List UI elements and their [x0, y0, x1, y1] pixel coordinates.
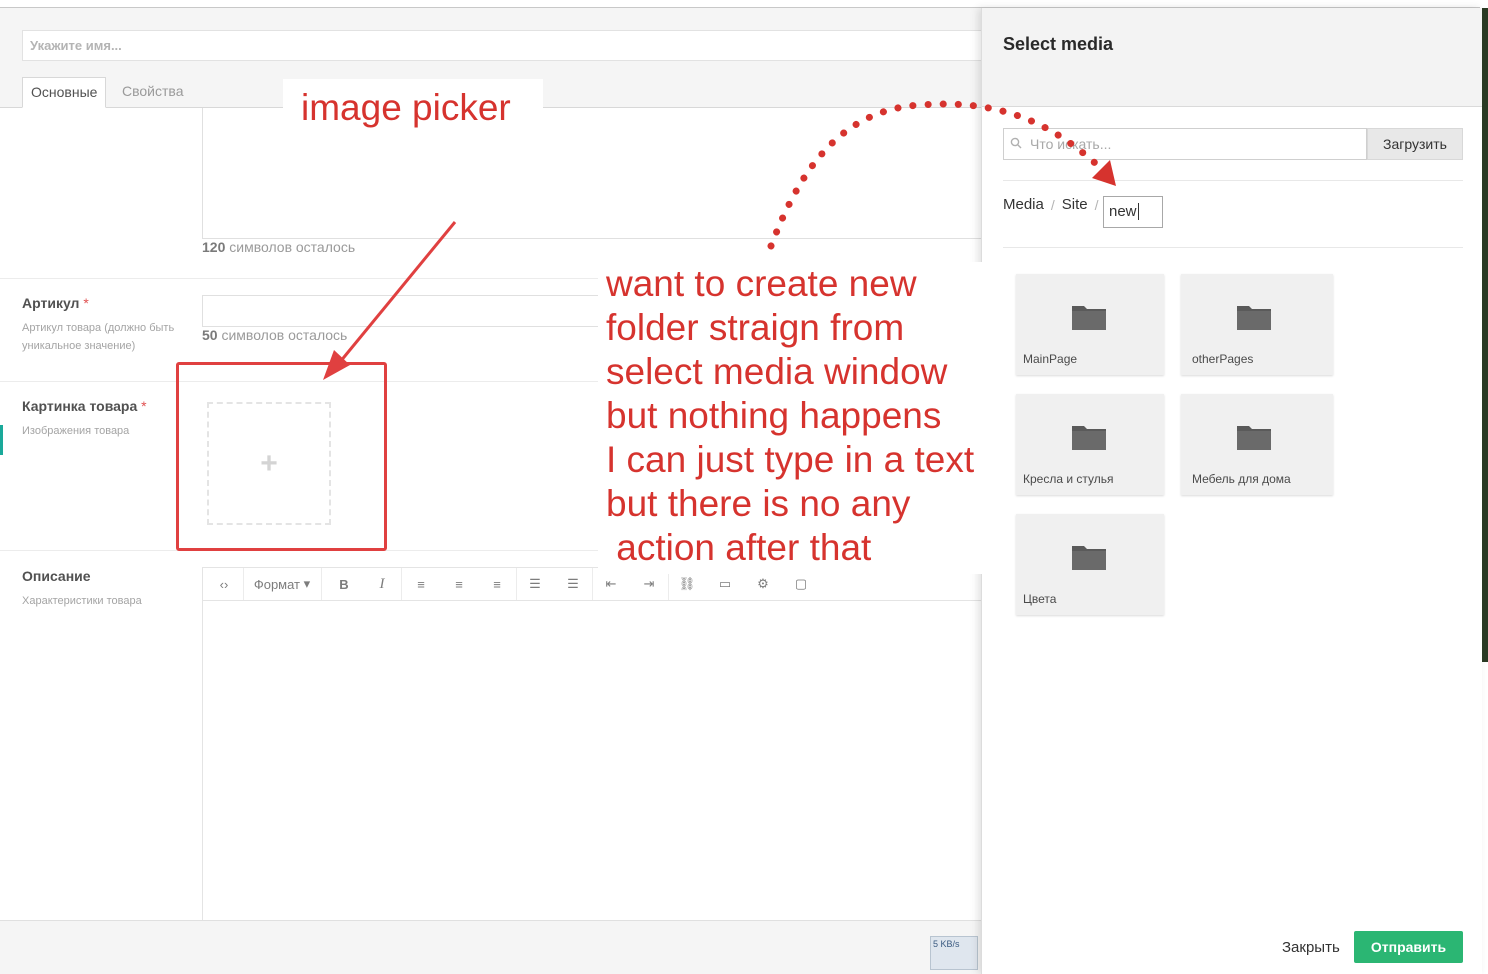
breadcrumb-site[interactable]: Site — [1062, 196, 1088, 213]
media-title: Select media — [1003, 34, 1114, 54]
source-icon[interactable]: ‹› — [205, 568, 243, 600]
image-label: Картинка товара * — [22, 398, 147, 414]
media-search-input[interactable]: Что искать... — [1003, 128, 1367, 160]
network-speed-widget: 5 KB/s — [930, 936, 978, 970]
annotation-note: want to create new folder straign from s… — [606, 263, 975, 568]
text-caret — [1137, 203, 1139, 220]
folder-tile[interactable]: Цвета — [1016, 514, 1164, 615]
close-button[interactable]: Закрыть — [1282, 939, 1340, 956]
network-speed-label: 5 KB/s — [933, 939, 960, 949]
align-left-icon[interactable]: ≡ — [402, 568, 440, 600]
folder-icon — [1237, 306, 1271, 330]
submit-button[interactable]: Отправить — [1354, 931, 1463, 963]
new-folder-input[interactable]: new — [1103, 196, 1163, 228]
folder-icon — [1237, 426, 1271, 450]
folder-tile[interactable]: Кресла и стулья — [1016, 394, 1164, 495]
meta-counter: 120 символов осталось — [202, 239, 356, 255]
search-placeholder: Что искать... — [1030, 136, 1112, 152]
italic-icon[interactable]: I — [363, 568, 401, 600]
format-dropdown[interactable]: Формат ▾ — [245, 568, 319, 600]
sku-description: Артикул товара (должно быть уникальное з… — [22, 322, 175, 352]
folder-name: Мебель для дома — [1192, 472, 1291, 486]
toolbar-separator — [243, 568, 244, 600]
tab-properties[interactable]: Свойства — [114, 77, 191, 108]
new-folder-value: new — [1109, 203, 1137, 220]
panel-divider — [1003, 180, 1463, 181]
breadcrumb-separator: / — [1050, 196, 1055, 213]
breadcrumb-media[interactable]: Media — [1003, 196, 1044, 213]
side-marker — [0, 425, 3, 455]
highlight-box — [176, 362, 387, 551]
folder-name: MainPage — [1023, 352, 1078, 366]
bold-icon[interactable]: B — [325, 568, 363, 600]
editor-footer — [0, 920, 982, 974]
folder-icon — [1072, 306, 1106, 330]
folder-tile[interactable]: MainPage — [1016, 274, 1164, 375]
upload-button[interactable]: Загрузить — [1367, 128, 1463, 160]
search-icon — [1010, 137, 1022, 149]
annotation-image-picker: image picker — [301, 87, 511, 128]
align-center-icon[interactable]: ≡ — [440, 568, 478, 600]
background-window-strip — [1482, 8, 1488, 662]
select-media-panel: Select media Что искать... Загрузить Med… — [981, 8, 1482, 974]
folder-name: Цвета — [1023, 592, 1057, 606]
toolbar-separator — [321, 568, 322, 600]
tab-main[interactable]: Основные — [22, 77, 107, 108]
format-label: Формат — [253, 576, 301, 592]
breadcrumb-separator: / — [1094, 196, 1099, 213]
media-header: Select media — [982, 8, 1482, 107]
panel-divider — [1003, 247, 1463, 248]
folder-name: Кресла и стулья — [1023, 472, 1114, 486]
folder-icon — [1072, 426, 1106, 450]
rich-text-body[interactable] — [202, 601, 982, 921]
image-description: Изображения товара — [22, 425, 130, 437]
sku-counter: 50 символов осталось — [202, 327, 348, 343]
folder-tile[interactable]: otherPages — [1181, 274, 1333, 375]
sku-label: Артикул * — [22, 295, 89, 311]
name-input[interactable]: Укажите имя... — [22, 30, 982, 61]
breadcrumb: Media / Site / — [1003, 196, 1106, 213]
folder-tile[interactable]: Мебель для дома — [1181, 394, 1333, 495]
description-sub: Характеристики товара — [22, 595, 142, 607]
folder-name: otherPages — [1192, 352, 1254, 366]
description-label: Описание — [22, 568, 91, 584]
folder-icon — [1072, 546, 1106, 570]
numbered-list-icon[interactable]: ☰ — [554, 568, 592, 600]
bullet-list-icon[interactable]: ☰ — [516, 568, 554, 600]
align-right-icon[interactable]: ≡ — [478, 568, 516, 600]
